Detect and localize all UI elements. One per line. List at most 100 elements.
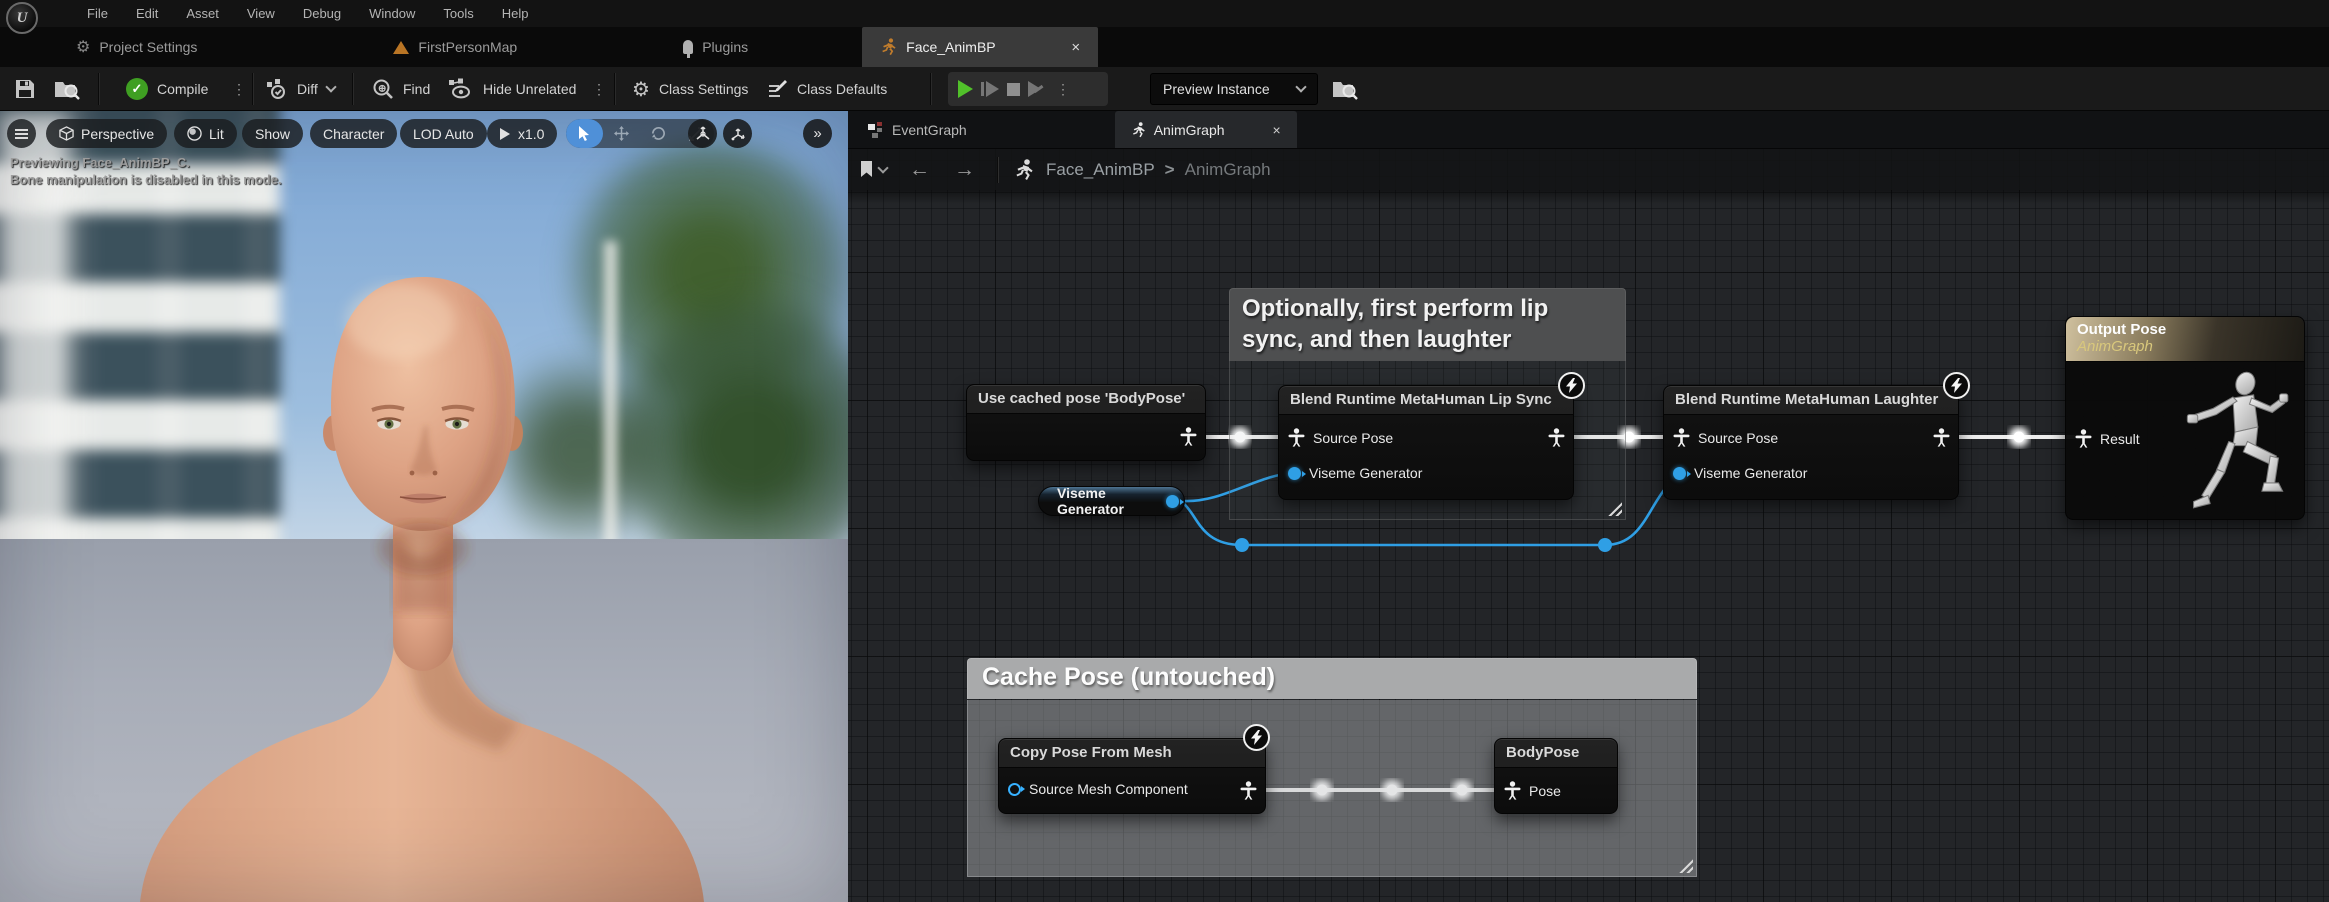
- compile-options-button[interactable]: ⋮: [232, 67, 246, 111]
- resize-handle[interactable]: [1606, 500, 1622, 516]
- menu-asset[interactable]: Asset: [174, 2, 231, 25]
- node-blend-lip-sync[interactable]: Blend Runtime MetaHuman Lip Sync Source …: [1278, 385, 1574, 500]
- ellipsis-icon[interactable]: ⋮: [1056, 87, 1070, 92]
- pose-output-pin[interactable]: [1548, 428, 1565, 447]
- node-body-pose[interactable]: BodyPose Pose: [1494, 738, 1618, 814]
- tab-project-settings[interactable]: ⚙ Project Settings: [58, 27, 215, 67]
- unreal-logo-icon[interactable]: U: [6, 2, 38, 34]
- viseme-generator-input-pin[interactable]: Viseme Generator: [1673, 465, 1807, 481]
- viseme-generator-input-pin[interactable]: Viseme Generator: [1288, 465, 1422, 481]
- tab-first-person-map[interactable]: FirstPersonMap: [375, 27, 535, 67]
- preview-viewport[interactable]: Perspective Lit Show Character LOD Auto …: [0, 111, 848, 902]
- blue-pin-icon: [1673, 467, 1686, 480]
- comment-header[interactable]: Cache Pose (untouched): [967, 658, 1697, 699]
- back-button[interactable]: ←: [909, 159, 930, 180]
- runner-icon: [1014, 159, 1034, 181]
- coordinate-system-button[interactable]: [688, 119, 717, 148]
- tab-event-graph[interactable]: EventGraph: [852, 111, 983, 148]
- stop-button[interactable]: [1007, 83, 1020, 96]
- anim-node-badge: [1943, 372, 1970, 399]
- rotate-tool-button[interactable]: [640, 119, 677, 148]
- playback-speed-button[interactable]: x1.0: [487, 119, 557, 148]
- play-button[interactable]: [958, 80, 973, 98]
- node-copy-pose-from-mesh[interactable]: Copy Pose From Mesh Source Mesh Componen…: [998, 738, 1266, 814]
- node-viseme-generator-variable[interactable]: Viseme Generator: [1038, 486, 1185, 516]
- move-tool-button[interactable]: [603, 119, 640, 148]
- source-pose-input-pin[interactable]: Source Pose: [1288, 428, 1393, 447]
- gear-icon: ⚙: [632, 77, 650, 102]
- pose-output-pin[interactable]: [1933, 428, 1950, 447]
- compile-button[interactable]: ✓ Compile: [126, 67, 208, 111]
- node-use-cached-pose[interactable]: Use cached pose 'BodyPose': [966, 384, 1206, 461]
- hamburger-icon: [15, 129, 28, 139]
- save-button[interactable]: [14, 67, 36, 111]
- menu-help[interactable]: Help: [490, 2, 541, 25]
- menu-debug[interactable]: Debug: [291, 2, 353, 25]
- class-defaults-button[interactable]: Class Defaults: [766, 67, 887, 111]
- forward-button[interactable]: →: [954, 159, 975, 180]
- close-icon[interactable]: ×: [1071, 39, 1080, 56]
- node-title: Copy Pose From Mesh: [999, 739, 1265, 768]
- character-dropdown[interactable]: Character: [310, 119, 397, 148]
- show-dropdown[interactable]: Show: [242, 119, 303, 148]
- compile-check-icon: ✓: [126, 78, 148, 100]
- pose-output-pin[interactable]: [1240, 781, 1257, 800]
- world-gizmo-icon: [695, 126, 711, 142]
- step-forward-button[interactable]: [981, 81, 999, 97]
- menu-file[interactable]: File: [75, 2, 120, 25]
- lod-dropdown[interactable]: LOD Auto: [400, 119, 487, 148]
- preview-instance-dropdown[interactable]: Preview Instance: [1150, 73, 1318, 105]
- close-icon[interactable]: ×: [1273, 122, 1281, 138]
- breadcrumb-root[interactable]: Face_AnimBP: [1046, 160, 1155, 180]
- folder-search-icon: [1332, 78, 1358, 100]
- animbp-runner-icon: [880, 38, 897, 56]
- comment-header[interactable]: Optionally, first perform lip sync, and …: [1229, 288, 1626, 361]
- node-output-pose[interactable]: Output Pose AnimGraph Result: [2065, 316, 2305, 520]
- hide-unrelated-button[interactable]: Hide Unrelated: [448, 67, 576, 111]
- tab-face-animbp[interactable]: Face_AnimBP ×: [862, 27, 1098, 67]
- select-tool-button[interactable]: [566, 119, 603, 148]
- browse-asset-button[interactable]: [54, 67, 80, 111]
- folder-search-icon: [54, 78, 80, 100]
- node-blend-laughter[interactable]: Blend Runtime MetaHuman Laughter Source …: [1663, 385, 1959, 500]
- unreal-editor-window: U File Edit Asset View Debug Window Tool…: [0, 0, 2329, 902]
- lightning-icon: [1566, 378, 1577, 393]
- save-icon: [14, 78, 36, 100]
- cursor-icon: [578, 126, 591, 141]
- menu-view[interactable]: View: [235, 2, 287, 25]
- class-settings-button[interactable]: ⚙ Class Settings: [632, 67, 748, 111]
- find-button[interactable]: ⊕ Find: [372, 67, 430, 111]
- source-mesh-component-pin[interactable]: Source Mesh Component: [1008, 781, 1188, 797]
- graph-top-shadow: [848, 190, 2329, 204]
- browse-debug-button[interactable]: [1332, 67, 1358, 111]
- perspective-dropdown[interactable]: Perspective: [46, 119, 167, 148]
- source-pose-input-pin[interactable]: Source Pose: [1673, 428, 1778, 447]
- menu-tools[interactable]: Tools: [431, 2, 485, 25]
- snap-settings-button[interactable]: [723, 119, 752, 148]
- anim-graph-panel[interactable]: EventGraph AnimGraph × ← → Face_AnimBP: [848, 111, 2329, 902]
- skip-to-end-button[interactable]: [1028, 81, 1040, 97]
- hide-unrelated-icon: [448, 78, 474, 100]
- person-pin-icon: [1180, 427, 1197, 446]
- hide-unrelated-options-button[interactable]: ⋮: [592, 67, 606, 111]
- viseme-generator-output-pin[interactable]: [1166, 495, 1179, 508]
- tab-anim-graph[interactable]: AnimGraph ×: [1115, 111, 1297, 148]
- toolbar-separator: [98, 73, 99, 105]
- bookmarks-dropdown[interactable]: [860, 161, 887, 178]
- breadcrumb-current[interactable]: AnimGraph: [1185, 160, 1271, 180]
- play-icon: [500, 128, 510, 140]
- menu-edit[interactable]: Edit: [124, 2, 170, 25]
- expand-toolbar-button[interactable]: »: [803, 119, 832, 148]
- result-input-pin[interactable]: Result: [2075, 429, 2140, 448]
- pose-output-pin[interactable]: [1180, 427, 1197, 446]
- pose-input-pin[interactable]: Pose: [1504, 781, 1561, 800]
- ellipsis-icon: ⋮: [592, 87, 606, 92]
- node-title: Output Pose: [2077, 321, 2293, 338]
- lit-dropdown[interactable]: Lit: [174, 119, 237, 148]
- menu-window[interactable]: Window: [357, 2, 427, 25]
- diff-button[interactable]: Diff: [266, 67, 335, 111]
- anim-node-badge: [1243, 724, 1270, 751]
- resize-handle[interactable]: [1677, 857, 1693, 873]
- tab-plugins[interactable]: Plugins: [665, 27, 766, 67]
- viewport-menu-button[interactable]: [7, 119, 36, 148]
